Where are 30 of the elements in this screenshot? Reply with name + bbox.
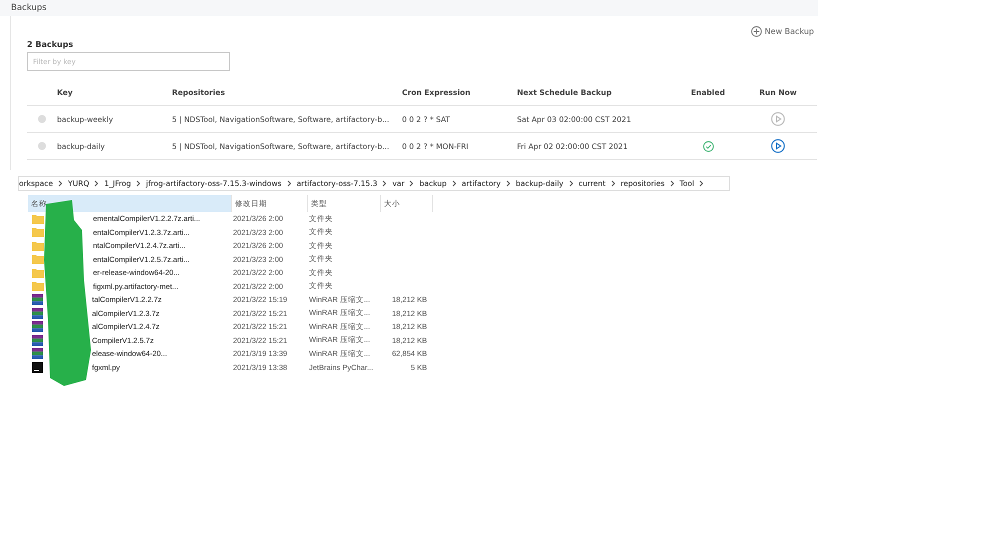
new-backup-button[interactable]: New Backup	[746, 24, 818, 38]
chevron-right-icon	[610, 180, 616, 187]
chevron-right-icon	[382, 180, 388, 187]
play-button[interactable]	[771, 139, 785, 153]
row-select-dot[interactable]	[38, 142, 46, 150]
chevron-right-icon	[452, 180, 457, 187]
folder-icon	[32, 227, 44, 238]
chevron-right-icon	[506, 180, 511, 187]
archive-icon	[32, 308, 43, 319]
chevron-right-icon	[699, 180, 704, 187]
chevron-right-icon	[58, 180, 64, 187]
row-select-dot[interactable]	[38, 115, 46, 123]
folder-icon	[32, 281, 44, 292]
archive-icon	[32, 321, 43, 332]
plus-circle-icon	[750, 26, 762, 36]
backups-count: 2 Backups	[27, 40, 74, 49]
chevron-right-icon	[94, 180, 100, 187]
folder-icon	[32, 240, 44, 251]
folder-icon	[32, 254, 44, 264]
chevron-right-icon	[670, 180, 675, 187]
chevron-right-icon	[409, 180, 414, 187]
archive-icon	[32, 348, 43, 360]
chevron-right-icon	[286, 180, 292, 187]
chevron-right-icon	[136, 180, 141, 187]
page-title: Backups	[11, 3, 47, 13]
archive-icon	[32, 334, 43, 346]
archive-icon	[32, 294, 43, 306]
pycharm-file-icon	[32, 362, 43, 373]
chevron-right-icon	[568, 180, 574, 187]
folder-icon	[32, 268, 44, 278]
